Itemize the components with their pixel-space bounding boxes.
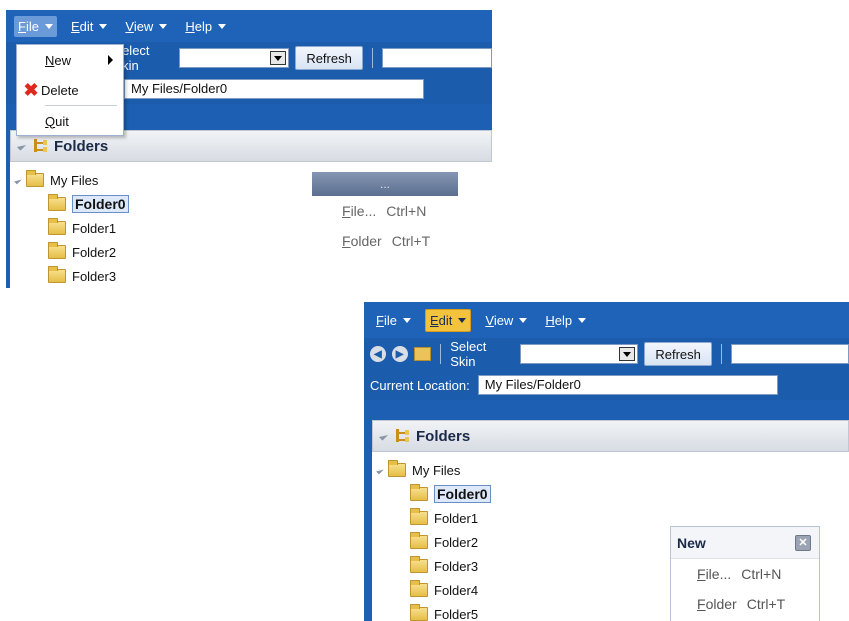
tree-node-label: Folder2 — [72, 244, 117, 260]
folder-icon — [48, 266, 66, 283]
folders-panel-title: Folders — [416, 427, 471, 445]
context-popup-header[interactable]: ... — [312, 172, 458, 196]
expand-icon[interactable] — [14, 176, 22, 184]
folder-icon — [388, 460, 406, 477]
folder-icon — [410, 508, 428, 525]
toolbar-divider — [720, 344, 722, 364]
new-popup-title: New — [677, 534, 706, 551]
location-bar: Current Location: My Files/Folder0 — [364, 370, 849, 400]
tree-node-label: Folder4 — [434, 582, 479, 598]
folder-icon — [48, 242, 66, 259]
file-menu-dropdown: New ✖ Delete Quit — [16, 44, 124, 136]
shortcut-label: Ctrl+T — [391, 233, 431, 249]
chevron-down-icon — [44, 23, 53, 29]
tree-node-label: Folder2 — [434, 534, 479, 550]
menu-item-quit[interactable]: Quit — [17, 106, 123, 136]
folder-tree-icon — [32, 138, 48, 154]
chevron-down-icon — [159, 23, 168, 29]
chevron-down-icon — [218, 23, 227, 29]
menu-edit[interactable]: Edit — [424, 308, 472, 332]
folders-panel-title: Folders — [54, 137, 109, 155]
new-popup: New ✕ File... Ctrl+N Folder Ctrl+T — [670, 526, 820, 621]
menu-view[interactable]: View — [481, 310, 531, 331]
tree-node-label-selected: Folder0 — [72, 195, 129, 213]
menu-file[interactable]: File — [372, 310, 415, 331]
skin-select[interactable] — [179, 48, 290, 68]
collapse-icon[interactable] — [378, 431, 389, 441]
screenshot-edit-menu: File Edit View Help ◀ ▶ Select Skin Refr… — [364, 302, 849, 621]
new-popup-header: New ✕ — [671, 527, 819, 559]
shortcut-label: Ctrl+N — [741, 566, 782, 582]
toolbar-divider — [440, 344, 442, 364]
folders-panel: Folders My Files Folder0 Folder1 Folder2 — [10, 130, 492, 288]
chevron-down-icon — [458, 317, 467, 323]
shortcut-label: Ctrl+N — [386, 203, 427, 219]
tree-node[interactable]: Folder0 — [378, 482, 849, 506]
folder-icon — [48, 194, 66, 211]
tree-node-label: Folder5 — [434, 606, 479, 621]
delete-icon: ✖ — [23, 79, 39, 100]
folder-up-icon[interactable] — [413, 347, 432, 361]
screenshot-file-menu: File Edit View Help Select Skin Refresh … — [6, 10, 492, 288]
menu-bar: File Edit View Help — [6, 10, 492, 42]
refresh-button[interactable]: Refresh — [295, 46, 363, 70]
back-icon[interactable]: ◀ — [370, 346, 386, 362]
menu-help[interactable]: Help — [181, 16, 230, 37]
popup-item-folder[interactable]: Folder Ctrl+T — [671, 589, 819, 619]
popup-item-folder[interactable]: Folder Ctrl+T — [312, 226, 458, 256]
toolbar: ◀ ▶ Select Skin Refresh — [364, 338, 849, 370]
toolbar-search-input[interactable] — [730, 344, 849, 364]
tree-node-label: Folder3 — [72, 268, 117, 284]
close-icon[interactable]: ✕ — [795, 534, 811, 551]
forward-icon[interactable]: ▶ — [391, 346, 408, 362]
tree-node-label: Folder1 — [72, 220, 117, 236]
folder-icon — [26, 170, 44, 187]
folder-icon — [410, 604, 428, 621]
folder-icon — [410, 556, 428, 573]
menu-edit[interactable]: Edit — [67, 16, 111, 37]
submenu-arrow-icon — [108, 55, 113, 65]
tree-node-label: My Files — [412, 462, 461, 478]
current-location-label: Current Location: — [370, 377, 470, 393]
popup-item-file[interactable]: File... Ctrl+N — [671, 559, 819, 589]
tree-node-label: Folder3 — [434, 558, 479, 574]
menu-bar: File Edit View Help — [364, 302, 849, 338]
chevron-down-icon — [402, 317, 411, 323]
folders-panel-header[interactable]: Folders — [372, 420, 849, 452]
toolbar-search-input[interactable] — [381, 48, 492, 68]
folders-panel: Folders My Files Folder0 Folder1 Folder2 — [372, 420, 849, 621]
tree-node-root[interactable]: My Files — [376, 458, 849, 482]
chevron-down-icon — [99, 23, 108, 29]
context-popup: ... File... Ctrl+N Folder Ctrl+T — [312, 172, 458, 268]
folder-icon — [410, 484, 428, 501]
current-location-field[interactable]: My Files/Folder0 — [124, 79, 424, 99]
select-skin-label: Select Skin — [450, 339, 487, 369]
skin-select[interactable] — [520, 344, 639, 364]
popup-item-file[interactable]: File... Ctrl+N — [312, 196, 458, 226]
tree-node-label-selected: Folder0 — [434, 485, 491, 503]
toolbar-divider — [371, 48, 373, 68]
menu-file[interactable]: File — [14, 15, 57, 37]
folder-icon — [410, 532, 428, 549]
collapse-icon[interactable] — [16, 141, 27, 151]
menu-help[interactable]: Help — [541, 310, 590, 331]
menu-item-delete[interactable]: ✖ Delete — [17, 75, 123, 105]
expand-icon[interactable] — [376, 466, 384, 474]
folder-icon — [48, 218, 66, 235]
menu-view[interactable]: View — [121, 16, 171, 37]
refresh-button[interactable]: Refresh — [644, 342, 712, 366]
shortcut-label: Ctrl+T — [746, 596, 786, 612]
menu-item-new[interactable]: New — [17, 45, 123, 75]
chevron-down-icon — [519, 317, 528, 323]
current-location-field[interactable]: My Files/Folder0 — [477, 375, 778, 395]
folder-tree-icon — [394, 428, 410, 444]
tree-node-label: Folder1 — [434, 510, 479, 526]
dropdown-arrow-icon[interactable] — [270, 51, 287, 65]
chevron-down-icon — [578, 317, 587, 323]
dropdown-arrow-icon[interactable] — [619, 347, 636, 361]
folder-icon — [410, 580, 428, 597]
tree-node-label: My Files — [50, 172, 99, 188]
